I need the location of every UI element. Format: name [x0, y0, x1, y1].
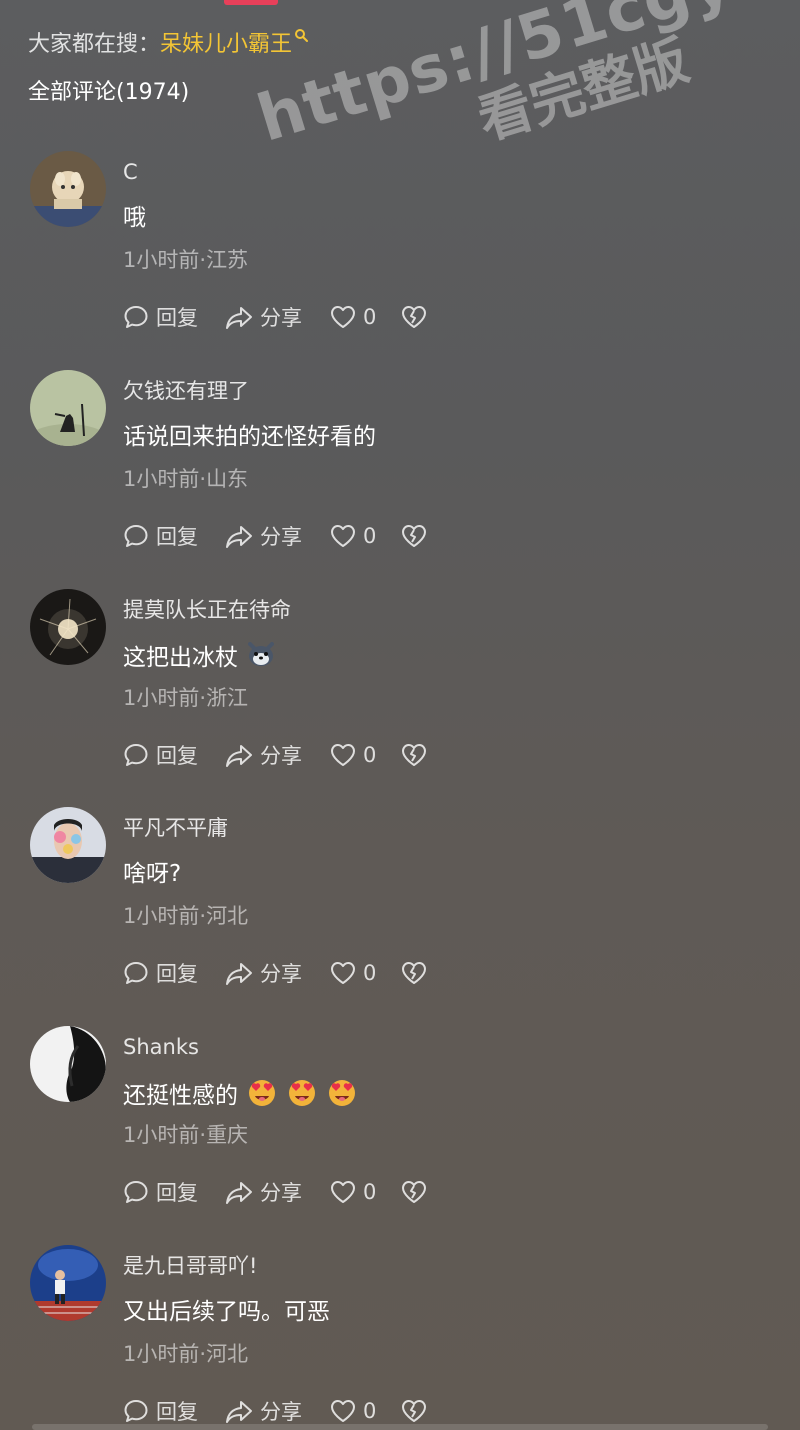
reply-button[interactable]: 回复 [122, 1176, 198, 1208]
share-icon [226, 1401, 252, 1423]
avatar[interactable] [30, 589, 106, 665]
dislike-button[interactable] [400, 957, 434, 989]
husky-emoji [246, 640, 276, 677]
active-tab-indicator [224, 0, 278, 5]
reply-button[interactable]: 回复 [122, 1395, 198, 1427]
comment-username[interactable]: C [123, 157, 138, 187]
like-count: 0 [363, 1180, 377, 1204]
comment-text: 还挺性感的 [123, 1077, 358, 1116]
watermark-tagline: 看完整版 [470, 28, 696, 152]
like-button[interactable]: 0 [329, 957, 376, 989]
dislike-button[interactable] [400, 1395, 434, 1427]
comment-meta: 1小时前·山东 [123, 467, 249, 491]
broken-heart-icon [402, 306, 426, 328]
reply-icon [124, 962, 148, 984]
share-button[interactable]: 分享 [224, 520, 302, 552]
avatar[interactable] [30, 807, 106, 883]
comment-item: 是九日哥哥吖! 又出后续了吗。可恶 1小时前·河北 回复 分享 0 [0, 1245, 800, 1430]
comment-username[interactable]: 平凡不平庸 [123, 813, 228, 843]
hot-search-keyword[interactable]: 呆妹儿小霸王 [160, 32, 292, 57]
hot-search-bar[interactable]: 大家都在搜：呆妹儿小霸王 [28, 28, 309, 60]
share-button[interactable]: 分享 [224, 957, 302, 989]
comment-meta: 1小时前·河北 [123, 904, 249, 928]
share-icon [226, 307, 252, 329]
comment-text: 啥呀? [123, 861, 182, 887]
comment-text: 又出后续了吗。可恶 [123, 1299, 330, 1325]
comment-item: 欠钱还有理了 话说回来拍的还怪好看的 1小时前·山东 回复 分享 0 [0, 370, 800, 589]
reply-button[interactable]: 回复 [122, 739, 198, 771]
like-count: 0 [363, 524, 377, 548]
comment-item: C 哦 1小时前·江苏 回复 分享 0 [0, 151, 800, 370]
comment-meta: 1小时前·江苏 [123, 248, 249, 272]
comment-item: 提莫队长正在待命 这把出冰杖 1小时前·浙江 回复 分享 0 [0, 589, 800, 808]
heart-icon [331, 962, 355, 984]
comments-header: 全部评论(1974) [28, 80, 190, 105]
like-button[interactable]: 0 [329, 520, 376, 552]
comment-username[interactable]: Shanks [123, 1032, 199, 1062]
reply-button[interactable]: 回复 [122, 301, 198, 333]
like-count: 0 [363, 1399, 377, 1423]
like-count: 0 [363, 305, 377, 329]
comment-username[interactable]: 是九日哥哥吖! [123, 1251, 257, 1281]
broken-heart-icon [402, 525, 426, 547]
reply-button[interactable]: 回复 [122, 957, 198, 989]
comment-username[interactable]: 提莫队长正在待命 [123, 595, 291, 625]
heart-icon [331, 744, 355, 766]
bottom-bar [32, 1424, 768, 1430]
avatar[interactable] [30, 151, 106, 227]
share-button[interactable]: 分享 [224, 1395, 302, 1427]
comment-text: 话说回来拍的还怪好看的 [123, 424, 376, 450]
comment-item: Shanks 还挺性感的 1小时前·重庆 回复 分享 0 [0, 1026, 800, 1245]
heart-eyes-emoji [326, 1077, 358, 1116]
share-icon [226, 745, 252, 767]
reply-icon [124, 306, 148, 328]
like-count: 0 [363, 961, 377, 985]
watermark-url: https://51cgy31.com [249, 0, 800, 157]
share-button[interactable]: 分享 [224, 1176, 302, 1208]
share-icon [226, 963, 252, 985]
like-button[interactable]: 0 [329, 1395, 376, 1427]
reply-icon [124, 525, 148, 547]
like-button[interactable]: 0 [329, 1176, 376, 1208]
reply-icon [124, 1181, 148, 1203]
heart-icon [331, 1400, 355, 1422]
comment-text: 这把出冰杖 [123, 640, 276, 677]
avatar[interactable] [30, 370, 106, 446]
avatar[interactable] [30, 1026, 106, 1102]
broken-heart-icon [402, 744, 426, 766]
heart-icon [331, 1181, 355, 1203]
share-button[interactable]: 分享 [224, 739, 302, 771]
dislike-button[interactable] [400, 301, 434, 333]
comment-meta: 1小时前·河北 [123, 1342, 249, 1366]
like-count: 0 [363, 743, 377, 767]
like-button[interactable]: 0 [329, 739, 376, 771]
comment-meta: 1小时前·浙江 [123, 686, 249, 710]
heart-eyes-emoji [246, 1077, 278, 1116]
comment-text: 哦 [123, 205, 146, 231]
like-button[interactable]: 0 [329, 301, 376, 333]
broken-heart-icon [402, 1181, 426, 1203]
search-icon[interactable] [294, 28, 309, 42]
broken-heart-icon [402, 962, 426, 984]
reply-icon [124, 1400, 148, 1422]
heart-icon [331, 306, 355, 328]
heart-icon [331, 525, 355, 547]
heart-eyes-emoji [286, 1077, 318, 1116]
comment-meta: 1小时前·重庆 [123, 1123, 249, 1147]
share-icon [226, 526, 252, 548]
share-icon [226, 1182, 252, 1204]
comment-item: 平凡不平庸 啥呀? 1小时前·河北 回复 分享 0 [0, 807, 800, 1026]
avatar[interactable] [30, 1245, 106, 1321]
dislike-button[interactable] [400, 520, 434, 552]
reply-icon [124, 744, 148, 766]
dislike-button[interactable] [400, 1176, 434, 1208]
share-button[interactable]: 分享 [224, 301, 302, 333]
reply-button[interactable]: 回复 [122, 520, 198, 552]
broken-heart-icon [402, 1400, 426, 1422]
dislike-button[interactable] [400, 739, 434, 771]
hot-search-prefix: 大家都在搜： [28, 32, 161, 57]
comment-username[interactable]: 欠钱还有理了 [123, 376, 249, 406]
